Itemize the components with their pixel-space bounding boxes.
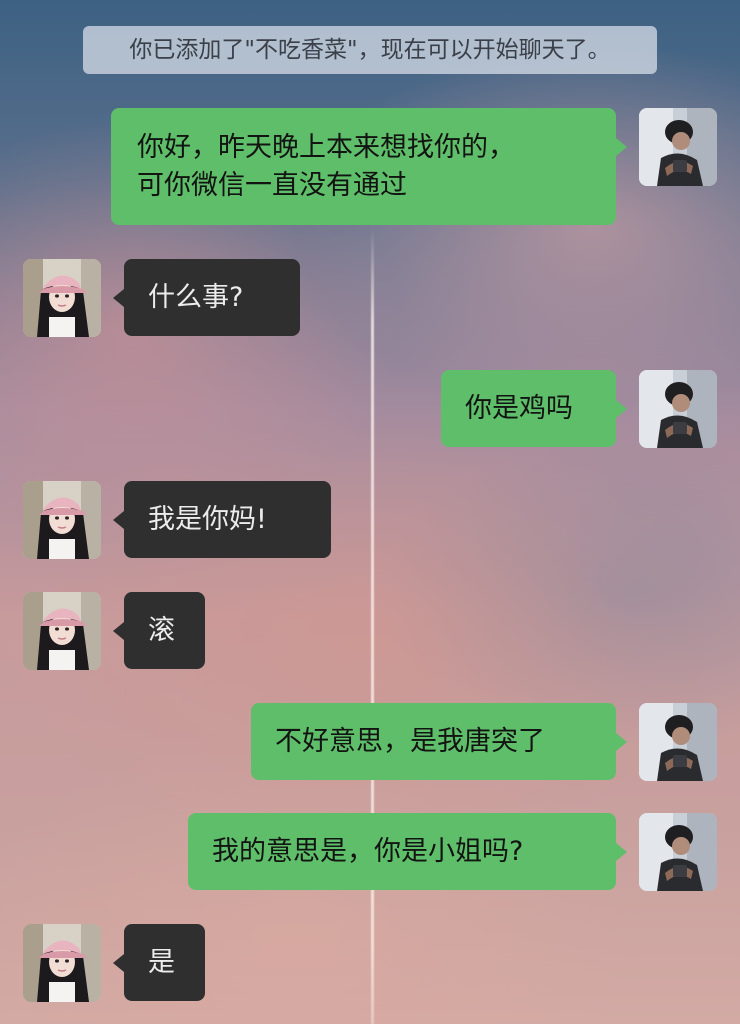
message-text: 是 [148,946,175,978]
avatar-man-photo-icon [639,703,717,781]
contact-avatar[interactable] [23,481,101,559]
bubble-tail [616,733,627,751]
bubble-tail [113,954,124,972]
avatar-girl-with-cap-photo-icon [23,259,101,337]
message-text: 我的意思是，你是小姐吗? [212,835,524,867]
avatar-man-photo-icon [639,370,717,448]
bubble-tail [616,843,627,861]
message-text: 不好意思，是我唐突了 [275,725,545,757]
bubble-tail [113,511,124,529]
my-avatar[interactable] [639,703,717,781]
my-avatar[interactable] [639,108,717,186]
message-text: 我是你妈! [148,503,267,535]
message-text: 滚 [148,614,175,646]
message-text: 你好，昨天晚上本来想找你的， 可你微信一直没有通过 [137,131,515,201]
bubble-tail [616,400,627,418]
contact-avatar[interactable] [23,924,101,1002]
chat-screen: 你已添加了"不吃香菜"，现在可以开始聊天了。 你好，昨天晚上本来想找你的， 可你… [0,0,740,1024]
avatar-girl-with-cap-photo-icon [23,592,101,670]
message-bubble-outgoing[interactable]: 不好意思，是我唐突了 [251,703,627,780]
system-notice: 你已添加了"不吃香菜"，现在可以开始聊天了。 [83,26,657,74]
message-bubble-outgoing[interactable]: 我的意思是，你是小姐吗? [188,813,627,890]
bubble-tail [616,138,627,156]
message-bubble-outgoing[interactable]: 你是鸡吗 [441,370,627,447]
avatar-girl-with-cap-photo-icon [23,924,101,1002]
message-text: 什么事? [148,281,244,313]
message-bubble-outgoing[interactable]: 你好，昨天晚上本来想找你的， 可你微信一直没有通过 [111,108,627,225]
message-bubble-incoming[interactable]: 滚 [113,592,205,669]
bubble-tail [113,289,124,307]
my-avatar[interactable] [639,813,717,891]
contact-avatar[interactable] [23,592,101,670]
bubble-tail [113,622,124,640]
message-text: 你是鸡吗 [465,392,573,424]
avatar-man-photo-icon [639,813,717,891]
message-bubble-incoming[interactable]: 我是你妈! [113,481,331,558]
contact-avatar[interactable] [23,259,101,337]
message-bubble-incoming[interactable]: 什么事? [113,259,300,336]
message-bubble-incoming[interactable]: 是 [113,924,205,1001]
avatar-man-photo-icon [639,108,717,186]
avatar-girl-with-cap-photo-icon [23,481,101,559]
background-contrail [371,228,374,1024]
my-avatar[interactable] [639,370,717,448]
